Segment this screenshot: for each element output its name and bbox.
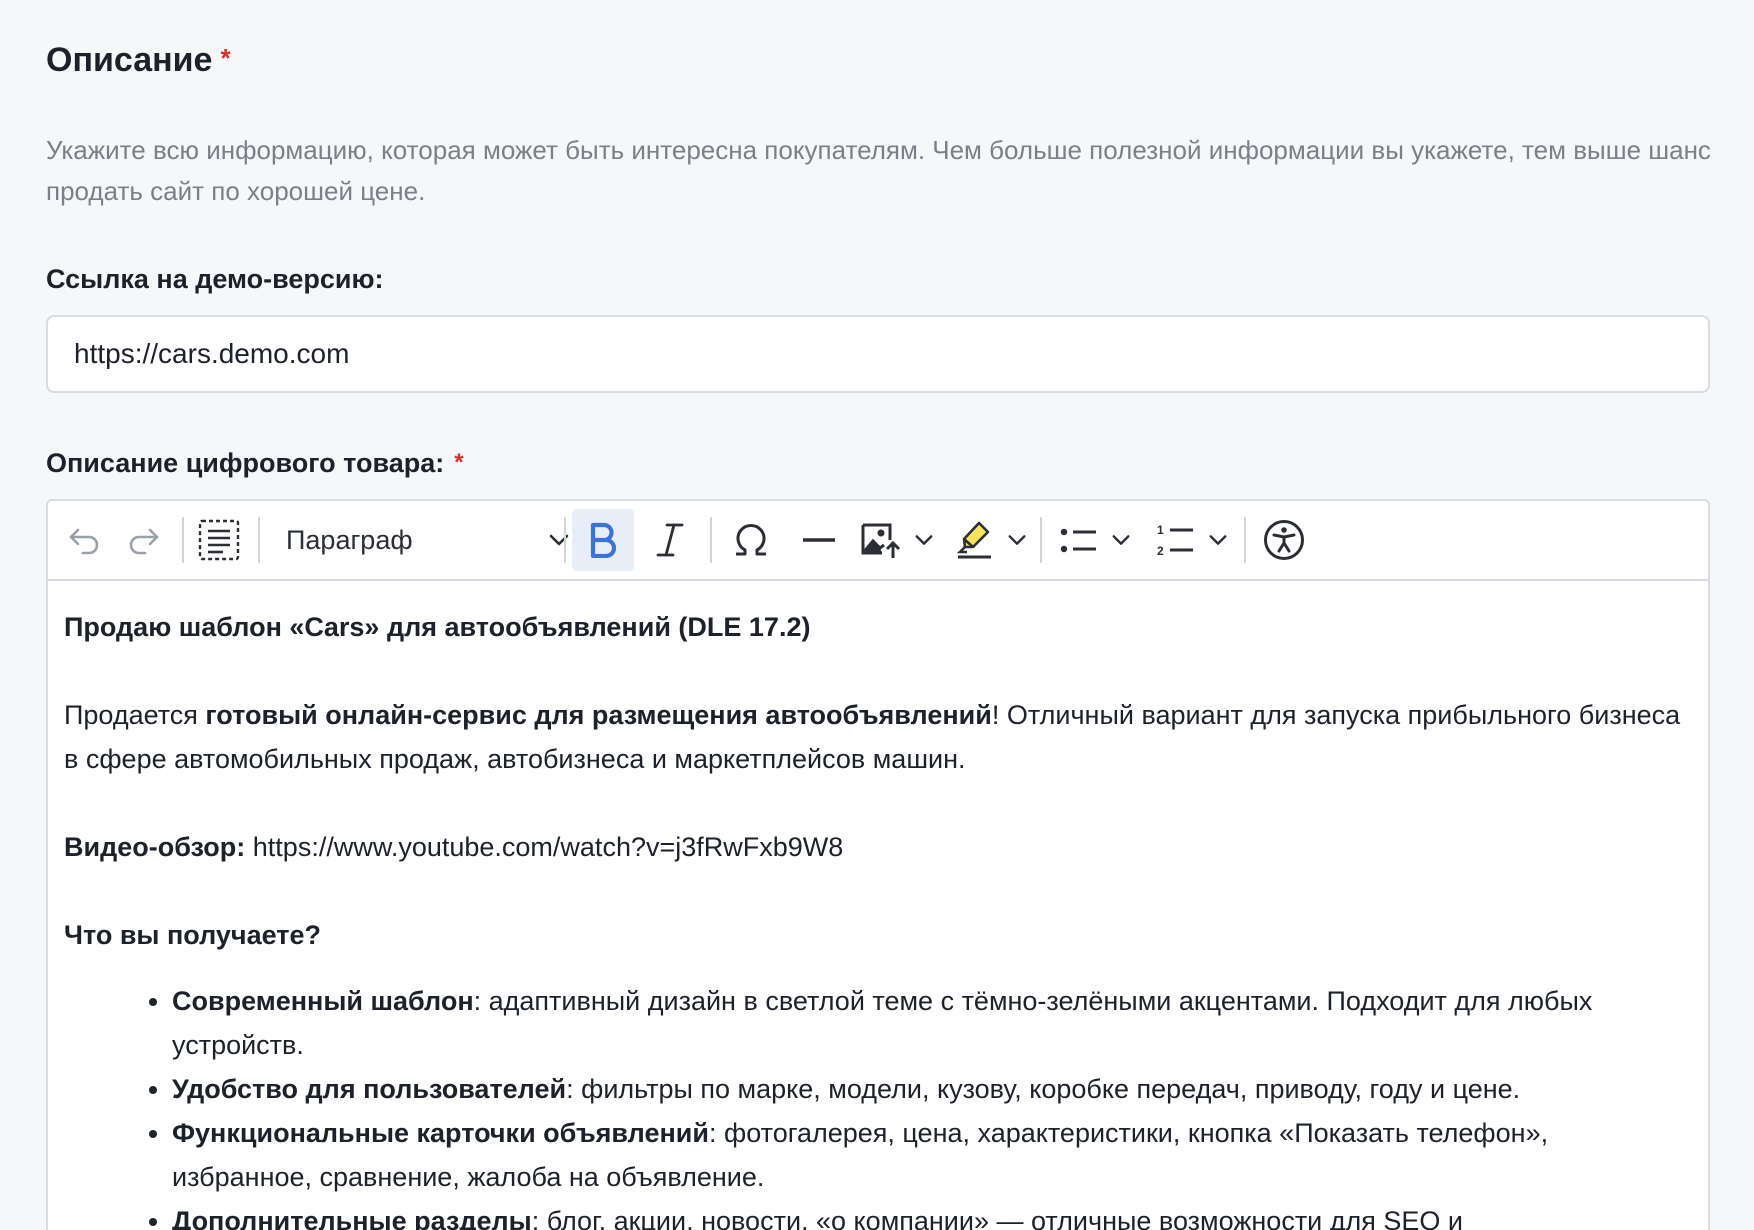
redo-button[interactable] bbox=[116, 509, 172, 571]
toolbar-separator bbox=[710, 517, 712, 563]
required-mark: * bbox=[220, 43, 231, 73]
description-label: Описание цифрового товара: * bbox=[46, 448, 464, 478]
content-benefits-heading: Что вы получаете? bbox=[64, 920, 322, 950]
bulleted-list-button[interactable] bbox=[1050, 509, 1140, 571]
heading-dropdown-value: Параграф bbox=[286, 524, 413, 555]
highlight-button[interactable] bbox=[948, 509, 1034, 571]
chevron-down-icon bbox=[1112, 535, 1130, 545]
video-link[interactable]: https://www.youtube.com/watch?v=j3fRwFxb… bbox=[245, 832, 844, 862]
chevron-down-icon bbox=[1209, 535, 1227, 545]
content-heading: Продаю шаблон «Cars» для автообъявлений … bbox=[64, 612, 811, 642]
bold-button[interactable] bbox=[572, 509, 634, 571]
italic-icon bbox=[656, 523, 684, 557]
numbered-list-button[interactable]: 12 bbox=[1146, 509, 1238, 571]
insert-image-button[interactable] bbox=[854, 509, 940, 571]
section-hint: Укажите всю информацию, которая может бы… bbox=[46, 135, 1711, 206]
undo-icon bbox=[69, 528, 99, 555]
horizontal-line-button[interactable] bbox=[788, 509, 850, 571]
chevron-down-icon bbox=[915, 535, 933, 545]
toolbar-separator bbox=[182, 517, 184, 563]
page: Описание * Укажите всю информацию, котора… bbox=[0, 0, 1754, 1230]
list-item: Дополнительные разделы: блог, акции, нов… bbox=[172, 1199, 1692, 1230]
svg-text:2: 2 bbox=[1157, 544, 1164, 558]
toolbar-separator bbox=[564, 517, 566, 563]
omega-icon bbox=[736, 523, 766, 556]
accessibility-icon bbox=[1264, 520, 1304, 560]
chevron-down-icon bbox=[549, 534, 569, 546]
editor-content[interactable]: Продаю шаблон «Cars» для автообъявлений … bbox=[48, 581, 1708, 1230]
bulleted-list-icon bbox=[1060, 528, 1096, 553]
list-item: Современный шаблон: адаптивный дизайн в … bbox=[172, 979, 1692, 1067]
accessibility-button[interactable] bbox=[1252, 509, 1316, 571]
redo-icon bbox=[129, 528, 159, 555]
list-item: Удобство для пользователей: фильтры по м… bbox=[172, 1067, 1692, 1111]
bold-icon bbox=[590, 522, 617, 558]
list-item: Функциональные карточки объявлений: фото… bbox=[172, 1111, 1692, 1199]
content-video: Видео-обзор: https://www.youtube.com/wat… bbox=[64, 832, 844, 862]
horizontal-line-icon bbox=[803, 538, 835, 542]
select-all-button[interactable] bbox=[190, 509, 248, 571]
svg-text:1: 1 bbox=[1157, 523, 1164, 537]
chevron-down-icon bbox=[1008, 535, 1026, 545]
toolbar-separator bbox=[1244, 517, 1246, 563]
heading-dropdown[interactable]: Параграф bbox=[272, 509, 582, 571]
section-title: Описание * bbox=[46, 41, 231, 79]
highlighter-icon bbox=[956, 521, 991, 559]
required-mark: * bbox=[454, 449, 464, 476]
toolbar-separator bbox=[258, 517, 260, 563]
italic-button[interactable] bbox=[640, 509, 700, 571]
benefits-list: Современный шаблон: адаптивный дизайн в … bbox=[64, 979, 1692, 1230]
image-upload-icon bbox=[861, 523, 901, 558]
numbered-list-icon: 12 bbox=[1157, 523, 1193, 558]
demo-link-input[interactable] bbox=[46, 315, 1710, 393]
demo-link-label: Ссылка на демо-версию: bbox=[46, 264, 384, 294]
rich-text-editor: Параграф 1 2 Продаю шаблон «Cars» для ав… bbox=[46, 499, 1710, 1230]
content-intro: Продается готовый онлайн-сервис для разм… bbox=[64, 700, 1681, 774]
special-characters-button[interactable] bbox=[720, 509, 782, 571]
select-all-icon bbox=[198, 519, 240, 561]
undo-button[interactable] bbox=[56, 509, 112, 571]
editor-toolbar: Параграф 1 2 bbox=[48, 501, 1708, 581]
toolbar-separator bbox=[1040, 517, 1042, 563]
